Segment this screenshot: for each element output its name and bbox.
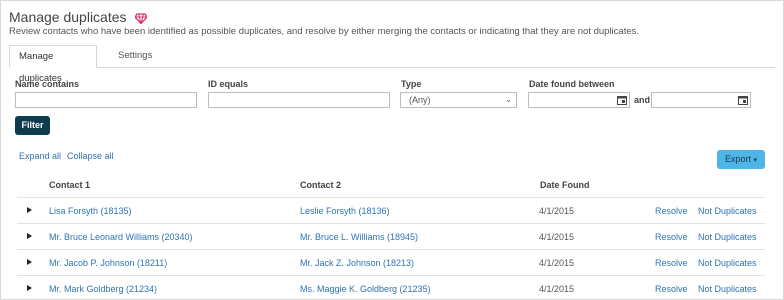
table-row: Mr. Bruce Leonard Williams (20340) Mr. B…: [17, 223, 765, 250]
not-duplicates-link[interactable]: Not Duplicates: [698, 206, 757, 216]
type-select[interactable]: (Any) ⌄: [400, 92, 517, 108]
resolve-link[interactable]: Resolve: [655, 232, 688, 242]
name-contains-label: Name contains: [15, 79, 80, 89]
calendar-icon[interactable]: [617, 95, 627, 105]
date-found-value: 4/1/2015: [539, 284, 575, 294]
contact1-link[interactable]: Mr. Bruce Leonard Williams (20340): [49, 232, 193, 242]
type-label: Type: [401, 79, 422, 89]
table-row: Mr. Jacob P. Johnson (18211) Mr. Jack Z.…: [17, 249, 765, 276]
not-duplicates-link[interactable]: Not Duplicates: [698, 232, 757, 242]
collapse-all-link[interactable]: Collapse all: [67, 151, 114, 161]
caret-down-icon: ▾: [753, 157, 758, 164]
contact2-link[interactable]: Leslie Forsyth (18136): [300, 206, 390, 216]
date-found-label: Date found between: [529, 79, 615, 89]
id-equals-label: ID equals: [208, 79, 249, 89]
export-button[interactable]: Export ▾: [717, 150, 765, 169]
column-header-date-found: Date Found: [540, 180, 590, 190]
resolve-link[interactable]: Resolve: [655, 206, 688, 216]
id-equals-input[interactable]: [208, 92, 390, 108]
expand-caret-icon[interactable]: [27, 285, 32, 291]
table-row: Lisa Forsyth (18135) Leslie Forsyth (181…: [17, 197, 765, 224]
page-title: Manage duplicates: [9, 9, 148, 25]
gem-icon: [135, 13, 148, 24]
expand-caret-icon[interactable]: [27, 233, 32, 239]
expand-caret-icon[interactable]: [27, 259, 32, 265]
contact2-link[interactable]: Mr. Jack Z. Johnson (18213): [300, 258, 414, 268]
column-header-contact2: Contact 2: [300, 180, 342, 190]
name-contains-input[interactable]: [15, 92, 197, 108]
column-header-contact1: Contact 1: [49, 180, 91, 190]
tab-bar: Manage duplicates Settings: [9, 45, 775, 84]
resolve-link[interactable]: Resolve: [655, 284, 688, 294]
contact1-link[interactable]: Mr. Jacob P. Johnson (18211): [49, 258, 167, 268]
contact1-link[interactable]: Lisa Forsyth (18135): [49, 206, 132, 216]
manage-duplicates-panel: Manage duplicates Review contacts who ha…: [0, 0, 784, 300]
type-select-value: (Any): [409, 95, 431, 105]
tab-settings[interactable]: Settings: [109, 45, 161, 67]
tab-manage-duplicates[interactable]: Manage duplicates: [9, 45, 97, 84]
contact1-link[interactable]: Mr. Mark Goldberg (21234): [49, 284, 157, 294]
filter-button[interactable]: Filter: [15, 116, 50, 135]
date-found-value: 4/1/2015: [539, 258, 575, 268]
date-from-input[interactable]: [528, 92, 630, 108]
chevron-down-icon: ⌄: [505, 95, 512, 104]
date-found-value: 4/1/2015: [539, 232, 575, 242]
page-title-text: Manage duplicates: [9, 9, 127, 25]
resolve-link[interactable]: Resolve: [655, 258, 688, 268]
expand-caret-icon[interactable]: [27, 207, 32, 213]
calendar-icon[interactable]: [738, 95, 748, 105]
export-button-label: Export: [724, 154, 751, 164]
contact2-link[interactable]: Ms. Maggie K. Goldberg (21235): [300, 284, 431, 294]
expand-all-link[interactable]: Expand all: [19, 151, 61, 161]
not-duplicates-link[interactable]: Not Duplicates: [698, 258, 757, 268]
contact2-link[interactable]: Mr. Bruce L. Williams (18945): [300, 232, 418, 242]
page-description: Review contacts who have been identified…: [9, 26, 640, 37]
date-to-input[interactable]: [651, 92, 751, 108]
table-row: Mr. Mark Goldberg (21234) Ms. Maggie K. …: [17, 275, 765, 299]
and-label: and: [634, 95, 651, 105]
date-found-value: 4/1/2015: [539, 206, 575, 216]
not-duplicates-link[interactable]: Not Duplicates: [698, 284, 757, 294]
